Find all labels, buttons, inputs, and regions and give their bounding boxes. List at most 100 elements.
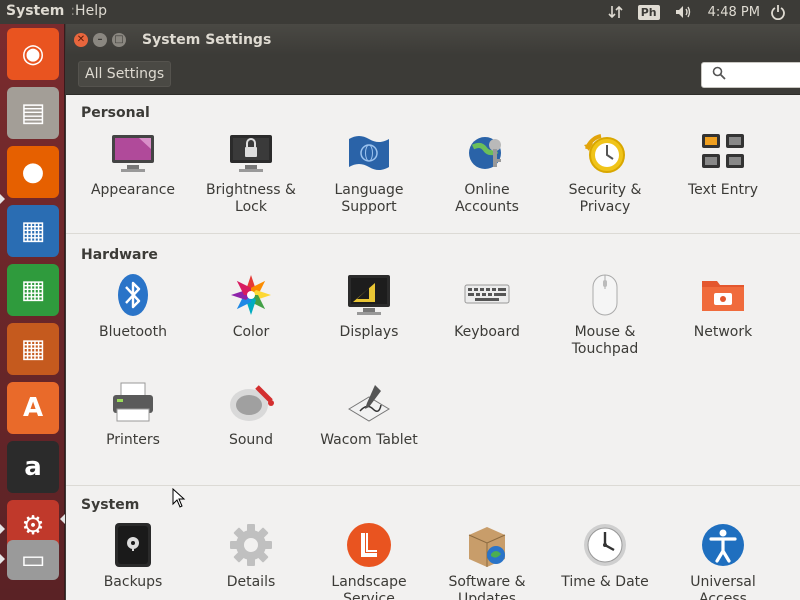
details-icon	[227, 521, 275, 569]
settings-toolbar: All Settings	[66, 55, 800, 95]
libreoffice-impress-icon: ▦	[20, 334, 46, 364]
top-panel: System : Help Ph 4:48 PM	[0, 0, 800, 24]
label-line-1: Keyboard	[454, 324, 520, 340]
settings-item-keyboard[interactable]: Keyboard	[428, 271, 546, 371]
settings-item-universal-access[interactable]: Universal Access	[664, 521, 782, 600]
label-line-1: Backups	[103, 574, 163, 590]
settings-item-language-support[interactable]: Language Support	[310, 129, 428, 229]
label-line-2: Support	[341, 199, 397, 215]
label-line-2: Privacy	[579, 199, 631, 215]
appearance-icon	[109, 129, 157, 177]
global-menu: System : Help	[6, 3, 113, 19]
label-line-1: Software &	[448, 574, 526, 590]
settings-item-brightness-lock[interactable]: Brightness & Lock	[192, 129, 310, 229]
search-input[interactable]	[701, 62, 800, 88]
launcher-item[interactable]: ▦	[7, 323, 59, 375]
label-line-1: Time & Date	[561, 574, 649, 590]
launcher-item[interactable]: ◉	[7, 28, 59, 80]
time-date-icon	[581, 521, 629, 569]
section-title-personal: Personal	[81, 105, 150, 121]
settings-item-online-accounts[interactable]: Online Accounts	[428, 129, 546, 229]
label-line-2: Service	[343, 591, 395, 600]
launcher-item[interactable]: ▭	[7, 540, 59, 580]
system-settings-icon: ⚙	[21, 511, 45, 541]
label-line-1: Security &	[568, 182, 642, 198]
amazon-icon: a	[24, 452, 42, 482]
label-line-1: Color	[232, 324, 270, 340]
indicator-tray: Ph 4:48 PM	[608, 0, 800, 24]
settings-item-details[interactable]: Details	[192, 521, 310, 600]
settings-item-appearance[interactable]: Appearance	[74, 129, 192, 229]
settings-item-text-entry[interactable]: Text Entry	[664, 129, 782, 229]
settings-item-printers[interactable]: Printers	[74, 379, 192, 479]
label-line-1: Online	[464, 182, 510, 198]
app-menu-system[interactable]: System	[6, 3, 64, 19]
power-icon[interactable]	[770, 4, 786, 20]
backups-icon	[109, 521, 157, 569]
minimize-icon: –	[97, 34, 103, 45]
settings-item-label: Time & Date	[546, 574, 664, 591]
settings-item-network[interactable]: Network	[664, 271, 782, 371]
settings-item-label: Color	[192, 324, 310, 341]
section-divider	[66, 233, 800, 234]
menu-help[interactable]: Help	[75, 3, 107, 19]
settings-item-label: Security & Privacy	[546, 182, 664, 216]
settings-panel-grid: Personal Hardware System Appearance Brigh…	[66, 95, 800, 600]
label-line-1: Bluetooth	[99, 324, 167, 340]
settings-item-bluetooth[interactable]: Bluetooth	[74, 271, 192, 371]
printers-icon	[109, 379, 157, 427]
volume-icon[interactable]	[674, 4, 694, 20]
launcher-running-pip	[0, 554, 5, 564]
settings-item-time-date[interactable]: Time & Date	[546, 521, 664, 600]
launcher-item[interactable]: ▦	[7, 205, 59, 257]
settings-item-label: Keyboard	[428, 324, 546, 341]
settings-item-mouse-touchpad[interactable]: Mouse & Touchpad	[546, 271, 664, 371]
window-minimize-button[interactable]: –	[93, 32, 107, 47]
launcher-item[interactable]: ●	[7, 146, 59, 198]
settings-item-label: Landscape Service	[310, 574, 428, 600]
launcher-running-pip	[0, 524, 5, 534]
settings-item-software-updates[interactable]: Software & Updates	[428, 521, 546, 600]
launcher-item[interactable]: a	[7, 441, 59, 493]
settings-item-wacom-tablet[interactable]: Wacom Tablet	[310, 379, 428, 479]
window-maximize-button[interactable]: □	[112, 32, 126, 47]
clock[interactable]: 4:48 PM	[708, 5, 760, 20]
software-updates-icon	[463, 521, 511, 569]
settings-item-backups[interactable]: Backups	[74, 521, 192, 600]
settings-item-landscape-service[interactable]: Landscape Service	[310, 521, 428, 600]
mouse-touchpad-icon	[581, 271, 629, 319]
label-line-1: Text Entry	[687, 182, 758, 198]
text-entry-icon	[699, 129, 747, 177]
color-icon	[227, 271, 275, 319]
settings-item-security-privacy[interactable]: Security & Privacy	[546, 129, 664, 229]
label-line-1: Sound	[228, 432, 274, 448]
displays-icon	[345, 271, 393, 319]
keyboard-layout-indicator[interactable]: Ph	[637, 4, 660, 20]
settings-item-label: Bluetooth	[74, 324, 192, 341]
window-close-button[interactable]: ✕	[74, 32, 88, 47]
label-line-1: Wacom Tablet	[320, 432, 418, 448]
window-title: System Settings	[142, 31, 272, 48]
all-settings-button[interactable]: All Settings	[78, 61, 172, 87]
settings-item-label: Appearance	[74, 182, 192, 199]
settings-item-displays[interactable]: Displays	[310, 271, 428, 371]
system-settings-window: ✕ – □ System Settings All Settings Perso…	[66, 24, 800, 600]
maximize-icon: □	[114, 34, 124, 45]
network-transfer-icon[interactable]	[608, 4, 624, 20]
software-center-icon: A	[22, 393, 44, 423]
settings-item-sound[interactable]: Sound	[192, 379, 310, 479]
launcher-running-pip	[0, 194, 5, 204]
network-icon	[699, 271, 747, 319]
settings-item-color[interactable]: Color	[192, 271, 310, 371]
label-line-1: Printers	[106, 432, 160, 448]
label-line-1: Universal	[690, 574, 756, 590]
section-title-system: System	[81, 497, 140, 513]
launcher-item[interactable]: ▤	[7, 87, 59, 139]
landscape-service-icon	[345, 521, 393, 569]
settings-item-label: Online Accounts	[428, 182, 546, 216]
window-titlebar[interactable]: ✕ – □ System Settings	[66, 24, 800, 55]
label-line-1: Brightness &	[206, 182, 296, 198]
launcher-item[interactable]: A	[7, 382, 59, 434]
launcher-item[interactable]: ▦	[7, 264, 59, 316]
keyboard-icon	[463, 271, 511, 319]
